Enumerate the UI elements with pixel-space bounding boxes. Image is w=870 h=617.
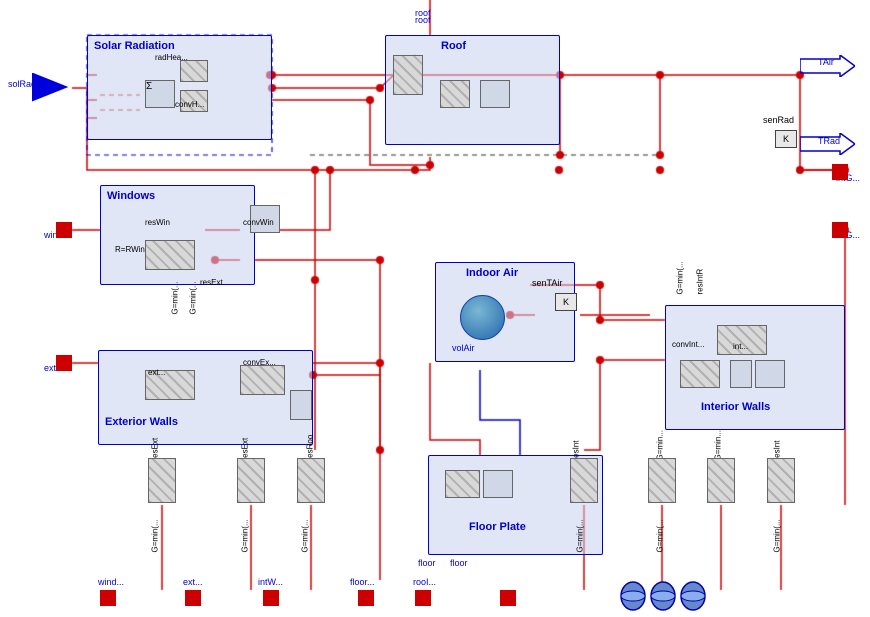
bottom-square-2 [185, 590, 201, 606]
solar-source-arrow [32, 73, 77, 106]
floor-comp2 [483, 470, 513, 498]
rwin-label: R=RWin [115, 245, 145, 254]
indoor-air-label: Indoor Air [466, 267, 518, 279]
bottom-square-3 [263, 590, 279, 606]
conv-ext-comp [240, 365, 285, 395]
bottom-square-5 [415, 590, 431, 606]
solrad-label: solRad[] [8, 79, 41, 89]
ext-walls-comp3 [290, 390, 312, 420]
volair-label: volAir [452, 343, 475, 353]
tair-label: TAir [818, 57, 834, 67]
senrad-label: senRad [763, 115, 794, 125]
floor-port-bottom: floor [450, 558, 468, 568]
cylinder-group [618, 580, 708, 615]
int-comp3 [755, 360, 785, 388]
solar-radiation-block: Solar Radiation [87, 35, 272, 140]
exterior-walls-label: Exterior Walls [105, 416, 178, 428]
resext-label-3: G=min... [656, 430, 665, 460]
floor-port-label: floor [418, 558, 436, 568]
interior-walls-label: Interior Walls [701, 401, 770, 413]
bottom-square-1 [100, 590, 116, 606]
bot-hatch-2 [237, 458, 265, 503]
bot-hatch-7 [767, 458, 795, 503]
windows-res [145, 240, 195, 270]
gmin-bot-3: G=min(... [301, 519, 310, 552]
roof-top-label: roof [415, 8, 431, 18]
conv-int-comp [680, 360, 720, 388]
roof-comp-2 [440, 80, 470, 108]
gmin-bot-1: G=min(... [151, 519, 160, 552]
roof-label: Roof [441, 40, 466, 52]
bottom-square-6 [500, 590, 516, 606]
volair-sphere [460, 295, 505, 340]
gmin-label-1: G=min(... [171, 281, 180, 314]
resext-label-4: G=min... [714, 430, 723, 460]
ext-inside-label: ext... [148, 368, 165, 377]
bot-hatch-4 [570, 458, 598, 503]
floor-comp1 [445, 470, 480, 498]
resintR-label: resIntR [696, 269, 705, 295]
resext-side: resExt [200, 278, 223, 287]
gmin-bot-2: G=min(... [241, 519, 250, 552]
bot-hatch-6 [707, 458, 735, 503]
senrad-block: K [775, 130, 797, 148]
trad-label: TRad [818, 136, 840, 146]
roof-comp-3 [480, 80, 510, 108]
left-square-wind [56, 222, 72, 238]
gmin-label-3: G=min(... [676, 261, 685, 294]
right-square-intg1 [832, 164, 848, 180]
left-square-ext [56, 355, 72, 371]
bot-hatch-3 [297, 458, 325, 503]
convext-label: convEx... [243, 358, 276, 367]
bot-hatch-1 [148, 458, 176, 503]
roof-comp-1 [393, 55, 423, 95]
solar-comp-sigma: Σ [145, 80, 175, 108]
gmin-bot-5: G=min(... [656, 519, 665, 552]
radhea-label: radHea... [155, 53, 188, 62]
right-square-intg2 [832, 222, 848, 238]
gmin-label-2: G=min(... [189, 281, 198, 314]
convh-label: convH... [175, 100, 204, 109]
windows-label: Windows [107, 190, 155, 202]
int-inside-label: int... [733, 342, 748, 351]
bottom-label-intw: intW... [258, 577, 283, 587]
bot-hatch-5 [648, 458, 676, 503]
convint-label: convInt... [672, 340, 704, 349]
gmin-bot-4: G=min(... [576, 519, 585, 552]
solar-comp-1 [180, 60, 208, 82]
solar-radiation-label: Solar Radiation [94, 40, 175, 52]
gmin-bot-6: G=min(... [773, 519, 782, 552]
sentair-label: senTAir [532, 278, 562, 288]
resroo-label: resRoo [306, 435, 315, 461]
bottom-label-floor: floor... [350, 577, 375, 587]
reswin-label: resWin [145, 218, 170, 227]
sentair-block: K [555, 293, 577, 311]
bottom-label-wind: wind... [98, 577, 124, 587]
windows-block: Windows [100, 185, 255, 285]
bottom-label-roof: rooI... [413, 577, 436, 587]
int-comp2 [730, 360, 752, 388]
bottom-label-ext: ext... [183, 577, 203, 587]
convwin-label: convWin [243, 218, 274, 227]
bottom-square-4 [358, 590, 374, 606]
floor-plate-label: Floor Plate [469, 521, 526, 533]
